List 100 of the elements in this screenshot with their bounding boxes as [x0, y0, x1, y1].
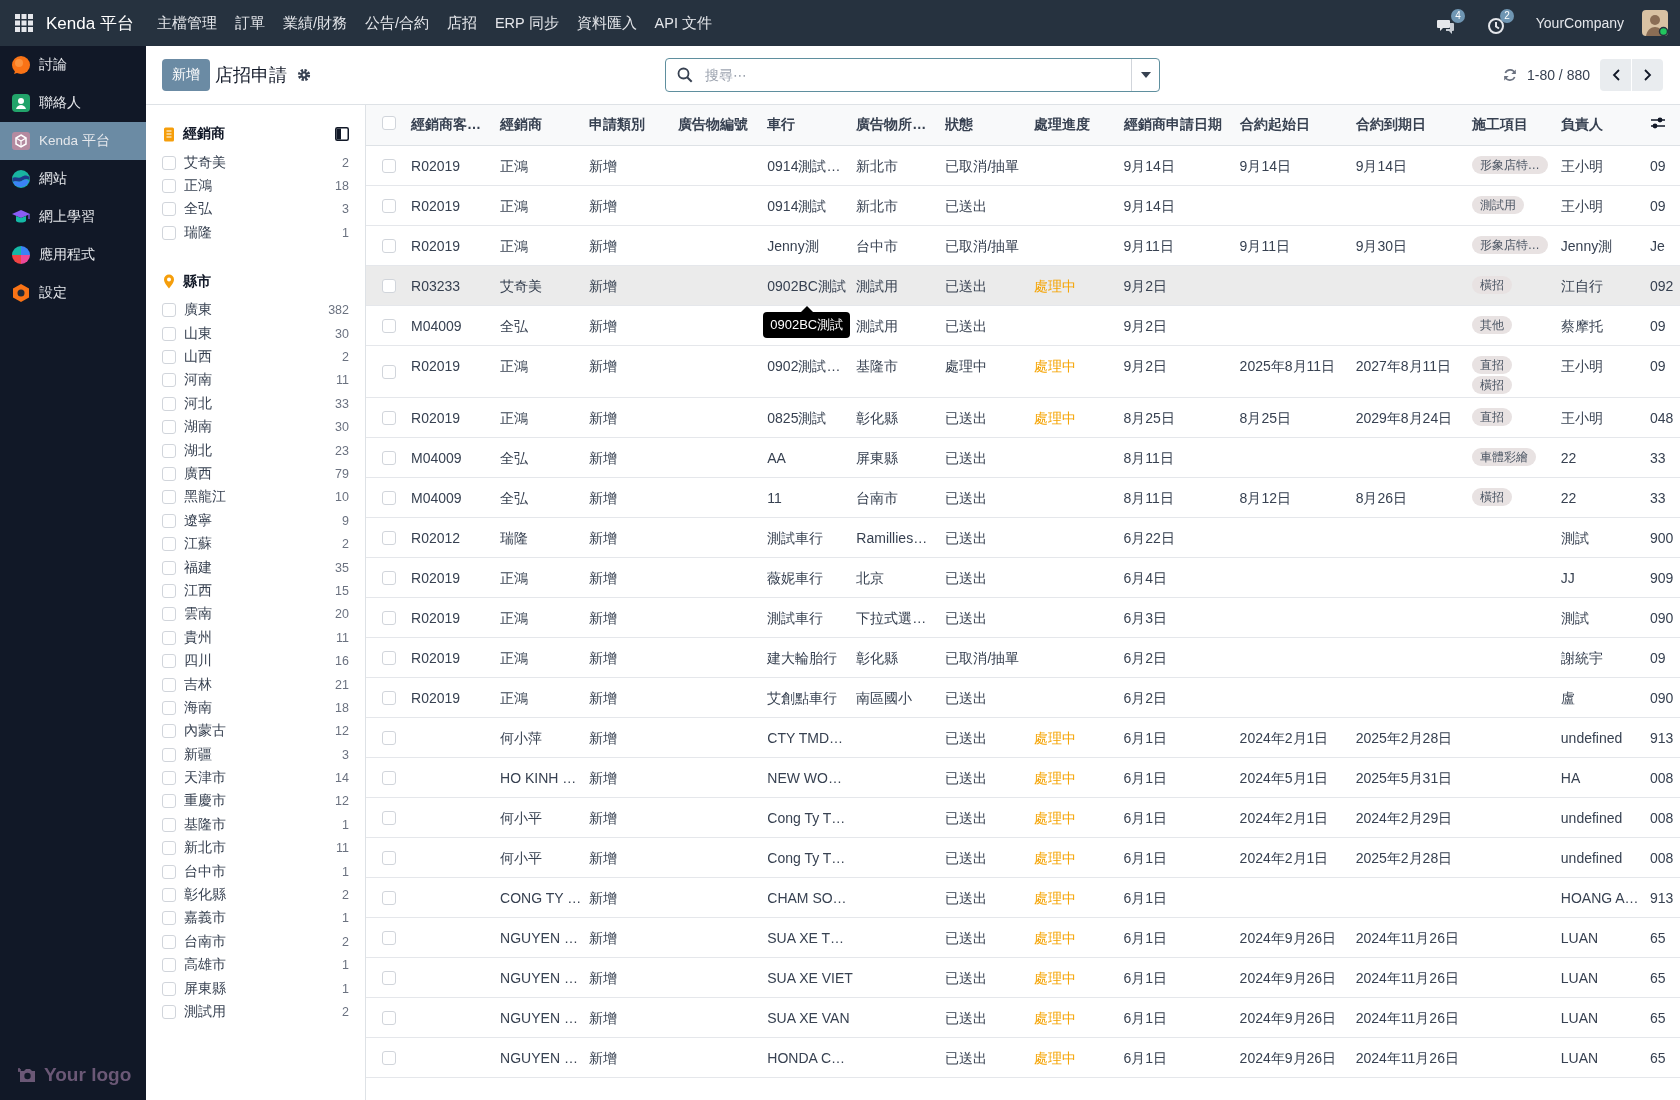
filter-checkbox[interactable] — [162, 155, 176, 170]
row-checkbox[interactable] — [382, 239, 396, 254]
sidebar-item[interactable]: 網上學習 — [0, 198, 146, 236]
menu-item[interactable]: 訂單 — [225, 13, 274, 33]
row-checkbox[interactable] — [382, 731, 396, 746]
sidebar-item[interactable]: 應用程式 — [0, 236, 146, 274]
row-checkbox[interactable] — [382, 451, 396, 466]
filter-option[interactable]: 高雄市 — [184, 956, 226, 975]
filter-checkbox[interactable] — [162, 630, 176, 645]
filter-option[interactable]: 貴州 — [184, 628, 212, 647]
filter-checkbox[interactable] — [162, 817, 176, 832]
filter-option[interactable]: 海南 — [184, 698, 212, 717]
search-bar[interactable]: 搜尋⋯ — [665, 58, 1160, 92]
column-header[interactable]: 負責人 — [1560, 105, 1650, 145]
filter-checkbox[interactable] — [162, 1004, 176, 1019]
filter-checkbox[interactable] — [162, 724, 176, 739]
sidebar-item[interactable]: 設定 — [0, 274, 146, 312]
row-checkbox[interactable] — [382, 319, 396, 334]
filter-checkbox[interactable] — [162, 841, 176, 856]
filter-option[interactable]: 屏東縣 — [184, 979, 226, 998]
filter-checkbox[interactable] — [162, 888, 176, 902]
filter-checkbox[interactable] — [162, 202, 176, 217]
column-header[interactable]: 狀態 — [945, 105, 1035, 145]
filter-option[interactable]: 新疆 — [184, 745, 212, 764]
user-avatar-icon[interactable] — [1642, 10, 1668, 36]
filter-checkbox[interactable] — [162, 677, 176, 692]
row-checkbox[interactable] — [382, 931, 396, 946]
company-switcher[interactable]: YourCompany — [1535, 15, 1624, 31]
filter-checkbox[interactable] — [162, 934, 176, 949]
row-checkbox[interactable] — [382, 691, 396, 706]
filter-checkbox[interactable] — [162, 350, 176, 365]
filter-checkbox[interactable] — [162, 981, 176, 996]
filter-checkbox[interactable] — [162, 771, 176, 786]
column-header[interactable]: 廣告物所… — [856, 105, 946, 145]
filter-option[interactable]: 吉林 — [184, 675, 212, 694]
filter-option[interactable]: 嘉義市 — [184, 909, 226, 928]
filter-checkbox[interactable] — [162, 911, 176, 926]
pager-value[interactable]: 1-80 / 880 — [1526, 67, 1590, 83]
row-checkbox[interactable] — [382, 279, 396, 294]
filter-option[interactable]: 河南 — [184, 371, 212, 390]
filter-checkbox[interactable] — [162, 396, 176, 411]
column-header[interactable]: 經銷商 — [500, 105, 590, 145]
filter-checkbox[interactable] — [162, 607, 176, 622]
filter-checkbox[interactable] — [162, 794, 176, 809]
filter-option[interactable]: 重慶市 — [184, 792, 226, 811]
column-header[interactable]: 車行 — [767, 105, 857, 145]
row-checkbox[interactable] — [382, 771, 396, 786]
row-checkbox[interactable] — [382, 365, 396, 380]
filter-option[interactable]: 湖北 — [184, 441, 212, 460]
filter-option[interactable]: 瑞隆 — [184, 223, 212, 242]
sidebar-item[interactable]: 網站 — [0, 160, 146, 198]
filter-checkbox[interactable] — [162, 747, 176, 762]
filter-option[interactable]: 全弘 — [184, 200, 212, 219]
next-button[interactable] — [1632, 59, 1663, 91]
column-header[interactable]: 經銷商客… — [411, 105, 501, 145]
row-checkbox[interactable] — [382, 199, 396, 214]
search-field[interactable]: 搜尋⋯ — [703, 66, 1131, 84]
filter-checkbox[interactable] — [162, 958, 176, 973]
column-header[interactable]: 廣告物編號 — [678, 105, 768, 145]
menu-item[interactable]: 主檔管理 — [147, 13, 226, 33]
menu-item[interactable]: 公告/合約 — [355, 13, 438, 33]
refresh-icon[interactable] — [1502, 68, 1517, 82]
filter-checkbox[interactable] — [162, 864, 176, 879]
row-checkbox[interactable] — [382, 891, 396, 906]
panel-toggle-icon[interactable] — [335, 127, 349, 141]
new-button[interactable]: 新增 — [162, 59, 210, 91]
column-header[interactable]: 合約到期日 — [1355, 105, 1472, 145]
row-checkbox[interactable] — [382, 811, 396, 826]
row-checkbox[interactable] — [382, 491, 396, 506]
row-checkbox[interactable] — [382, 1011, 396, 1026]
filter-option[interactable]: 測試用 — [184, 1002, 226, 1021]
filter-option[interactable]: 天津市 — [184, 769, 226, 788]
select-all-checkbox[interactable] — [382, 116, 396, 131]
row-checkbox[interactable] — [382, 651, 396, 666]
filter-option[interactable]: 正鴻 — [184, 177, 212, 196]
row-checkbox[interactable] — [382, 1051, 396, 1066]
row-checkbox[interactable] — [382, 531, 396, 546]
row-checkbox[interactable] — [382, 159, 396, 174]
app-name[interactable]: Kenda 平台 — [46, 11, 134, 35]
column-header[interactable]: 處理進度 — [1034, 105, 1124, 145]
filter-checkbox[interactable] — [162, 700, 176, 715]
settings-icon[interactable] — [297, 68, 311, 82]
row-checkbox[interactable] — [382, 611, 396, 626]
row-checkbox[interactable] — [382, 851, 396, 866]
filter-option[interactable]: 河北 — [184, 394, 212, 413]
filter-option[interactable]: 彰化縣 — [184, 886, 226, 904]
menu-item[interactable]: ERP 同步 — [485, 13, 568, 33]
row-checkbox[interactable] — [382, 571, 396, 586]
filter-option[interactable]: 四川 — [184, 652, 212, 671]
filter-option[interactable]: 新北市 — [184, 839, 226, 858]
filter-option[interactable]: 江西 — [184, 581, 212, 600]
filter-checkbox[interactable] — [162, 303, 176, 318]
filter-option[interactable]: 基隆市 — [184, 815, 226, 834]
filter-checkbox[interactable] — [162, 443, 176, 458]
filter-checkbox[interactable] — [162, 654, 176, 669]
filter-checkbox[interactable] — [162, 490, 176, 505]
previous-button[interactable] — [1600, 59, 1631, 91]
filter-checkbox[interactable] — [162, 537, 176, 552]
apps-menu-icon[interactable] — [15, 14, 33, 32]
column-header[interactable]: 施工項目 — [1471, 105, 1561, 145]
